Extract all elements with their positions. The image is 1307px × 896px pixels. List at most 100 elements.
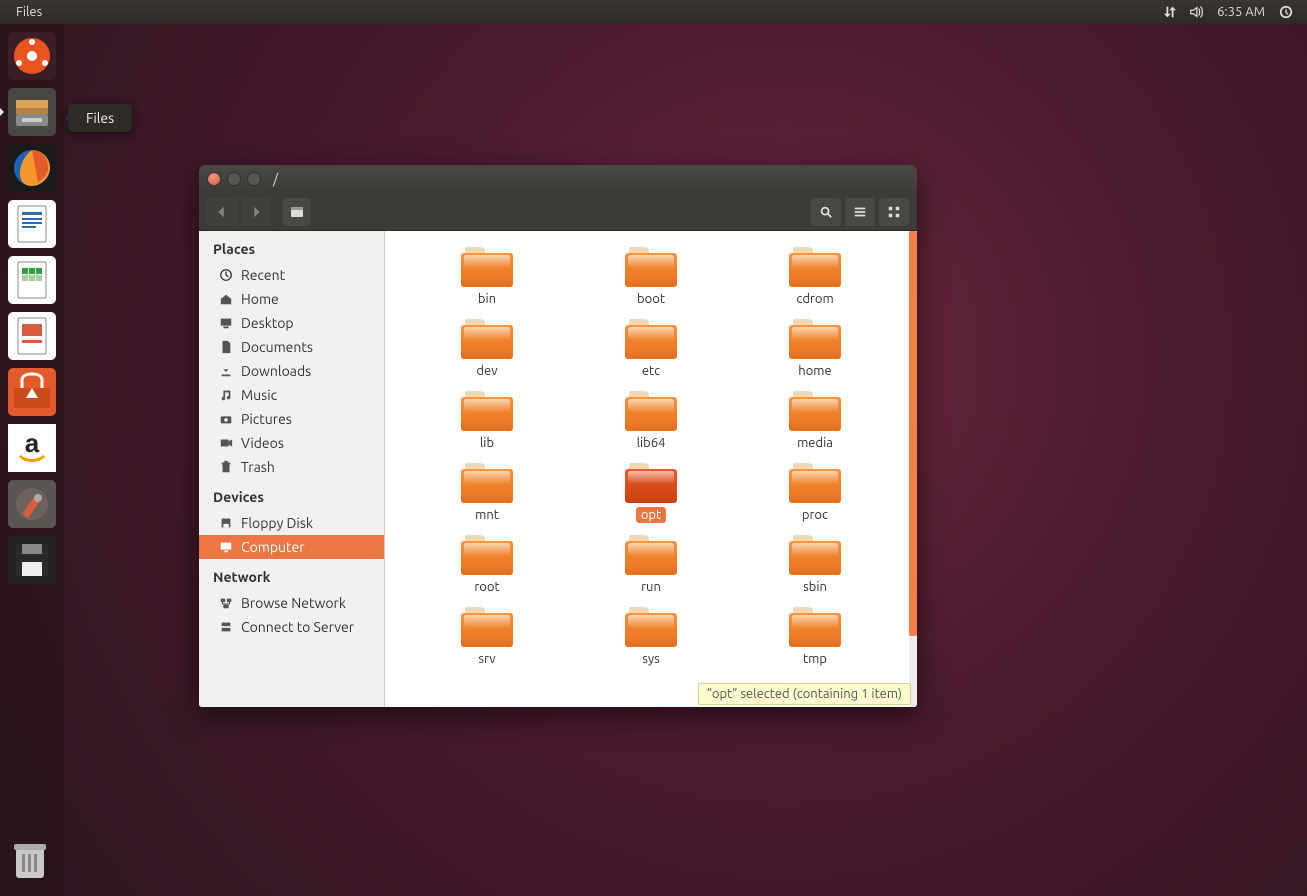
- folder-mnt[interactable]: mnt: [405, 463, 569, 523]
- sidebar-item-floppy-disk[interactable]: Floppy Disk: [199, 511, 384, 535]
- folder-icon: [625, 391, 677, 431]
- sidebar-item-pictures[interactable]: Pictures: [199, 407, 384, 431]
- folder-label: etc: [637, 363, 665, 379]
- folder-root[interactable]: root: [405, 535, 569, 595]
- session-indicator-icon[interactable]: [1273, 5, 1299, 19]
- folder-cdrom[interactable]: cdrom: [733, 247, 897, 307]
- forward-button[interactable]: [241, 198, 271, 226]
- folder-opt[interactable]: opt: [569, 463, 733, 523]
- launcher-impress-icon[interactable]: [6, 310, 58, 362]
- launcher-writer-icon[interactable]: [6, 198, 58, 250]
- sidebar-item-browse-network[interactable]: Browse Network: [199, 591, 384, 615]
- search-button[interactable]: [811, 198, 841, 226]
- back-button[interactable]: [207, 198, 237, 226]
- files-window: / PlacesRecentHomeDesktopDocumentsDownlo…: [199, 165, 917, 707]
- network-indicator-icon[interactable]: [1157, 5, 1183, 19]
- scrollbar[interactable]: [909, 231, 917, 707]
- sidebar-item-label: Floppy Disk: [241, 515, 313, 531]
- folder-label: media: [792, 435, 838, 451]
- sidebar-heading: Devices: [199, 479, 384, 511]
- clock[interactable]: 6:35 AM: [1209, 5, 1273, 19]
- folder-icon: [789, 391, 841, 431]
- sidebar-item-home[interactable]: Home: [199, 287, 384, 311]
- doc-icon: [219, 340, 233, 354]
- folder-lib[interactable]: lib: [405, 391, 569, 451]
- launcher-tooltip: Files: [68, 104, 132, 132]
- sidebar-item-label: Videos: [241, 435, 284, 451]
- folder-proc[interactable]: proc: [733, 463, 897, 523]
- launcher-floppy-icon[interactable]: [6, 534, 58, 586]
- music-icon: [219, 388, 233, 402]
- maximize-button[interactable]: [247, 172, 261, 186]
- launcher-trash-icon[interactable]: [6, 834, 58, 886]
- sidebar-item-label: Browse Network: [241, 595, 346, 611]
- sidebar-item-desktop[interactable]: Desktop: [199, 311, 384, 335]
- sidebar-item-videos[interactable]: Videos: [199, 431, 384, 455]
- folder-home[interactable]: home: [733, 319, 897, 379]
- toolbar: [199, 193, 917, 231]
- video-icon: [219, 436, 233, 450]
- folder-icon: [625, 607, 677, 647]
- folder-sys[interactable]: sys: [569, 607, 733, 667]
- folder-label: boot: [632, 291, 670, 307]
- folder-label: srv: [473, 651, 500, 667]
- launcher-firefox-icon[interactable]: [6, 142, 58, 194]
- minimize-button[interactable]: [227, 172, 241, 186]
- scrollbar-thumb[interactable]: [909, 231, 917, 636]
- folder-label: sys: [637, 651, 665, 667]
- folder-label: bin: [473, 291, 501, 307]
- launcher-files-icon[interactable]: [6, 86, 58, 138]
- sidebar-item-trash[interactable]: Trash: [199, 455, 384, 479]
- trash-icon: [219, 460, 233, 474]
- folder-label: home: [793, 363, 836, 379]
- folder-run[interactable]: run: [569, 535, 733, 595]
- folder-icon: [625, 247, 677, 287]
- sidebar-item-connect-to-server[interactable]: Connect to Server: [199, 615, 384, 639]
- launcher-software-icon[interactable]: [6, 366, 58, 418]
- folder-label: root: [469, 579, 504, 595]
- launcher-calc-icon[interactable]: [6, 254, 58, 306]
- desktop-icon: [219, 316, 233, 330]
- folder-tmp[interactable]: tmp: [733, 607, 897, 667]
- sidebar-item-label: Pictures: [241, 411, 292, 427]
- folder-label: cdrom: [791, 291, 838, 307]
- folder-srv[interactable]: srv: [405, 607, 569, 667]
- titlebar[interactable]: /: [199, 165, 917, 193]
- home-icon: [219, 292, 233, 306]
- clock-icon: [219, 268, 233, 282]
- view-grid-button[interactable]: [879, 198, 909, 226]
- sidebar-item-computer[interactable]: Computer: [199, 535, 384, 559]
- folder-label: dev: [471, 363, 502, 379]
- folder-icon: [789, 535, 841, 575]
- app-menu-label[interactable]: Files: [8, 5, 50, 19]
- launcher-amazon-icon[interactable]: a: [6, 422, 58, 474]
- folder-bin[interactable]: bin: [405, 247, 569, 307]
- folder-etc[interactable]: etc: [569, 319, 733, 379]
- sidebar-item-label: Music: [241, 387, 277, 403]
- sound-indicator-icon[interactable]: [1183, 5, 1209, 19]
- window-title: /: [273, 171, 278, 187]
- download-icon: [219, 364, 233, 378]
- launcher-settings-icon[interactable]: [6, 478, 58, 530]
- folder-boot[interactable]: boot: [569, 247, 733, 307]
- sidebar-item-documents[interactable]: Documents: [199, 335, 384, 359]
- folder-sbin[interactable]: sbin: [733, 535, 897, 595]
- view-list-button[interactable]: [845, 198, 875, 226]
- folder-media[interactable]: media: [733, 391, 897, 451]
- sidebar-item-downloads[interactable]: Downloads: [199, 359, 384, 383]
- folder-icon: [461, 319, 513, 359]
- folder-label: opt: [636, 507, 666, 523]
- folder-dev[interactable]: dev: [405, 319, 569, 379]
- sidebar-item-label: Trash: [241, 459, 275, 475]
- sidebar-item-recent[interactable]: Recent: [199, 263, 384, 287]
- folder-lib64[interactable]: lib64: [569, 391, 733, 451]
- launcher-dash-icon[interactable]: [6, 30, 58, 82]
- content-pane[interactable]: bin boot cdrom dev etc home liblib64 media mnt op…: [385, 231, 917, 707]
- camera-icon: [219, 412, 233, 426]
- pathbar-root-icon[interactable]: [283, 198, 311, 226]
- close-button[interactable]: [207, 172, 221, 186]
- sidebar-item-music[interactable]: Music: [199, 383, 384, 407]
- sidebar-heading: Network: [199, 559, 384, 591]
- status-bar: “opt” selected (containing 1 item): [698, 683, 911, 705]
- launcher: a: [0, 24, 64, 896]
